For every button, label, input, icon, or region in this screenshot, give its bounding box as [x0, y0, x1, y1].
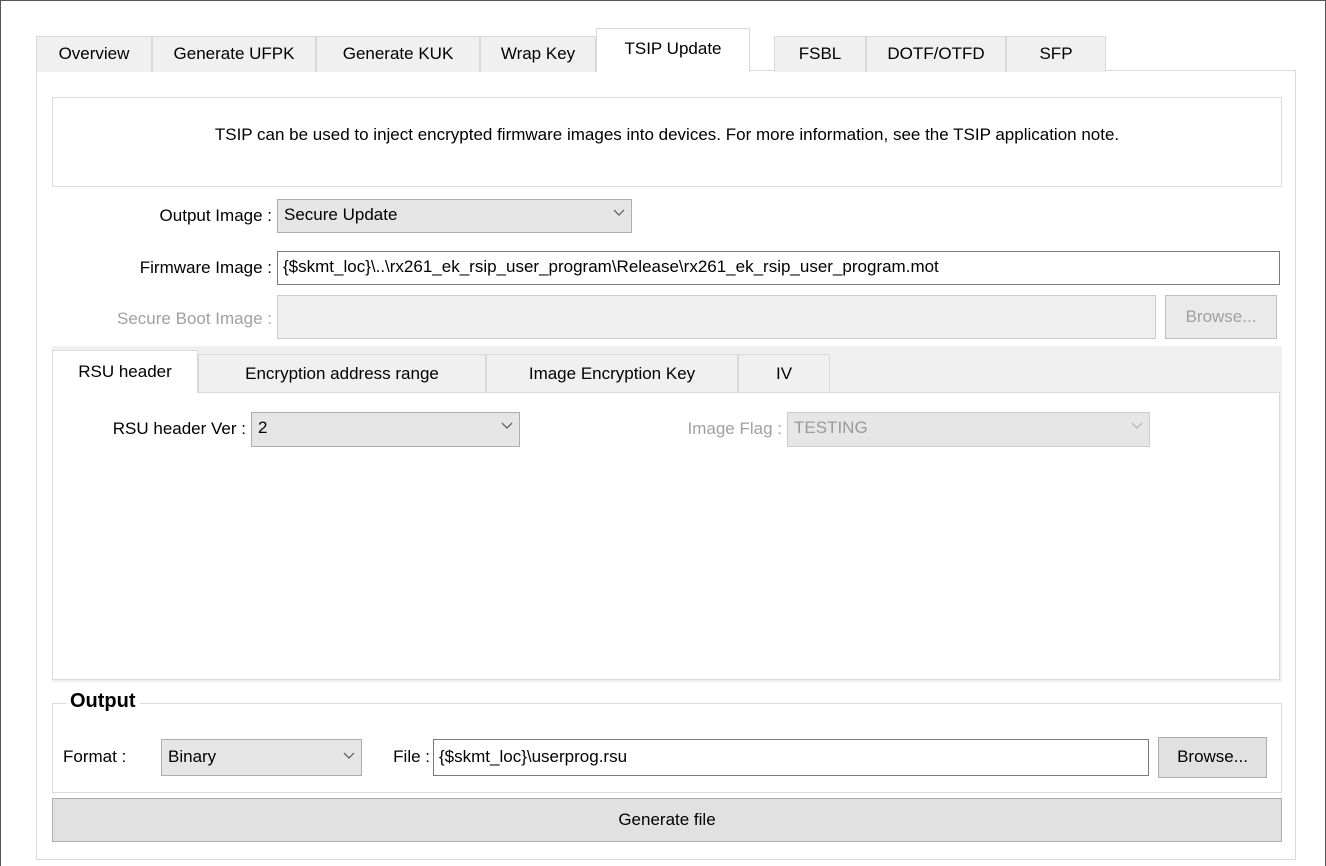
rsu-header-ver-dropdown[interactable]: 2 [251, 412, 520, 447]
output-image-label: Output Image : [159, 206, 272, 225]
rsu-header-ver-value: 2 [258, 418, 268, 437]
info-description: TSIP can be used to inject encrypted fir… [52, 97, 1282, 187]
format-value: Binary [168, 747, 217, 766]
tab-rsu-header[interactable]: RSU header [52, 350, 198, 393]
tab-sfp[interactable]: SFP [1006, 36, 1106, 72]
output-group-title: Output [66, 690, 140, 713]
tab-overview[interactable]: Overview [36, 36, 152, 72]
firmware-image-label: Firmware Image : [139, 258, 272, 277]
rsu-settings-tabs: RSU header Encryption address range Imag… [52, 346, 1282, 682]
tab-tsip-update[interactable]: TSIP Update [596, 28, 750, 72]
rsu-header-ver-label: RSU header Ver : [112, 419, 246, 438]
tab-fsbl[interactable]: FSBL [774, 36, 866, 72]
tab-wrap-key[interactable]: Wrap Key [480, 36, 596, 72]
output-browse-button[interactable]: Browse... [1158, 737, 1267, 778]
format-dropdown[interactable]: Binary [161, 739, 362, 776]
firmware-image-field[interactable]: {$skmt_loc}\..\rx261_ek_rsip_user_progra… [277, 251, 1280, 285]
tab-generate-kuk[interactable]: Generate KUK [316, 36, 480, 72]
image-flag-value: TESTING [794, 418, 868, 437]
output-image-value: Secure Update [284, 205, 398, 224]
main-tab-bar: Overview Generate UFPK Generate KUK Wrap… [36, 28, 1296, 72]
chevron-down-icon [613, 208, 625, 218]
output-image-dropdown[interactable]: Secure Update [277, 199, 632, 233]
image-flag-label: Image Flag : [687, 419, 783, 438]
secure-boot-browse-button: Browse... [1165, 295, 1277, 339]
tab-iv[interactable]: IV [738, 354, 830, 392]
chevron-down-icon [501, 421, 513, 431]
tab-dotf-otfd[interactable]: DOTF/OTFD [866, 36, 1006, 72]
image-flag-dropdown: TESTING [787, 412, 1150, 447]
secure-boot-image-field [277, 295, 1156, 339]
tab-generate-ufpk[interactable]: Generate UFPK [152, 36, 316, 72]
secure-boot-image-label: Secure Boot Image : [117, 309, 272, 328]
chevron-down-icon [343, 751, 355, 761]
output-file-field[interactable]: {$skmt_loc}\userprog.rsu [433, 739, 1149, 776]
chevron-down-icon [1131, 421, 1143, 431]
format-label: Format : [63, 747, 127, 766]
tab-encryption-address-range[interactable]: Encryption address range [198, 354, 486, 392]
generate-file-button[interactable]: Generate file [52, 798, 1282, 842]
dialog-top-border [0, 0, 1326, 1]
file-label: File : [393, 747, 430, 766]
tab-image-encryption-key[interactable]: Image Encryption Key [486, 354, 738, 392]
